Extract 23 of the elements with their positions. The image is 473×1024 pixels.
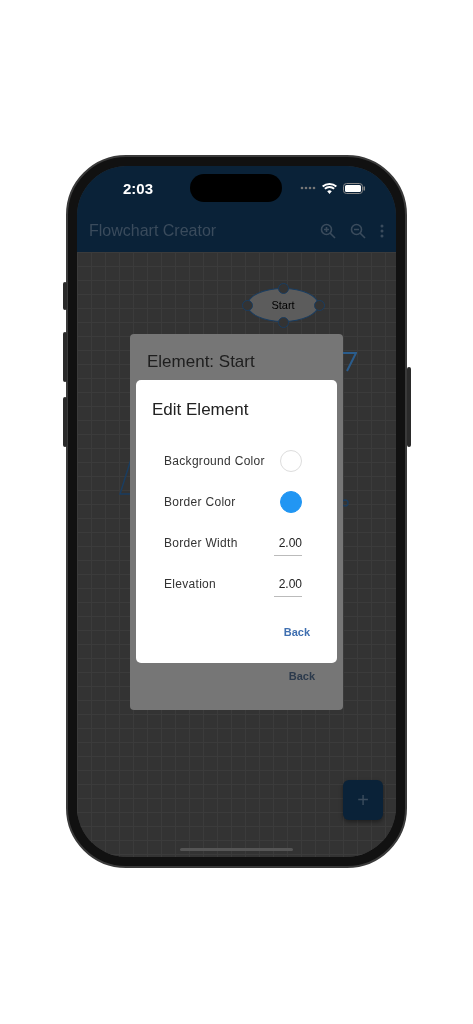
connection-handle[interactable] <box>278 317 289 328</box>
zoom-in-icon[interactable] <box>320 223 336 239</box>
back-button[interactable]: Back <box>283 626 310 638</box>
connection-handle[interactable] <box>278 283 289 294</box>
field-label: Border Color <box>164 494 236 509</box>
dialog-title: Element: Start <box>147 352 256 372</box>
dialog-title: Edit Element <box>152 400 250 420</box>
battery-icon <box>343 182 366 194</box>
connection-handle[interactable] <box>314 300 325 311</box>
status-time: 2:03 <box>123 179 154 197</box>
number-field[interactable]: 2.00 <box>274 529 302 556</box>
more-icon[interactable] <box>380 224 384 238</box>
connector-dot-icon <box>341 499 349 507</box>
start-node[interactable]: Start <box>247 288 319 322</box>
wifi-icon <box>322 182 337 194</box>
number-field[interactable]: 2.00 <box>274 570 302 597</box>
signal-icon <box>300 186 316 190</box>
color-swatch[interactable] <box>280 490 302 513</box>
connection-handle[interactable] <box>242 300 253 311</box>
field-label: Elevation <box>164 576 217 591</box>
zoom-out-icon[interactable] <box>350 223 366 239</box>
field-label: Background Color <box>164 453 265 468</box>
field-label: Border Width <box>164 535 238 550</box>
